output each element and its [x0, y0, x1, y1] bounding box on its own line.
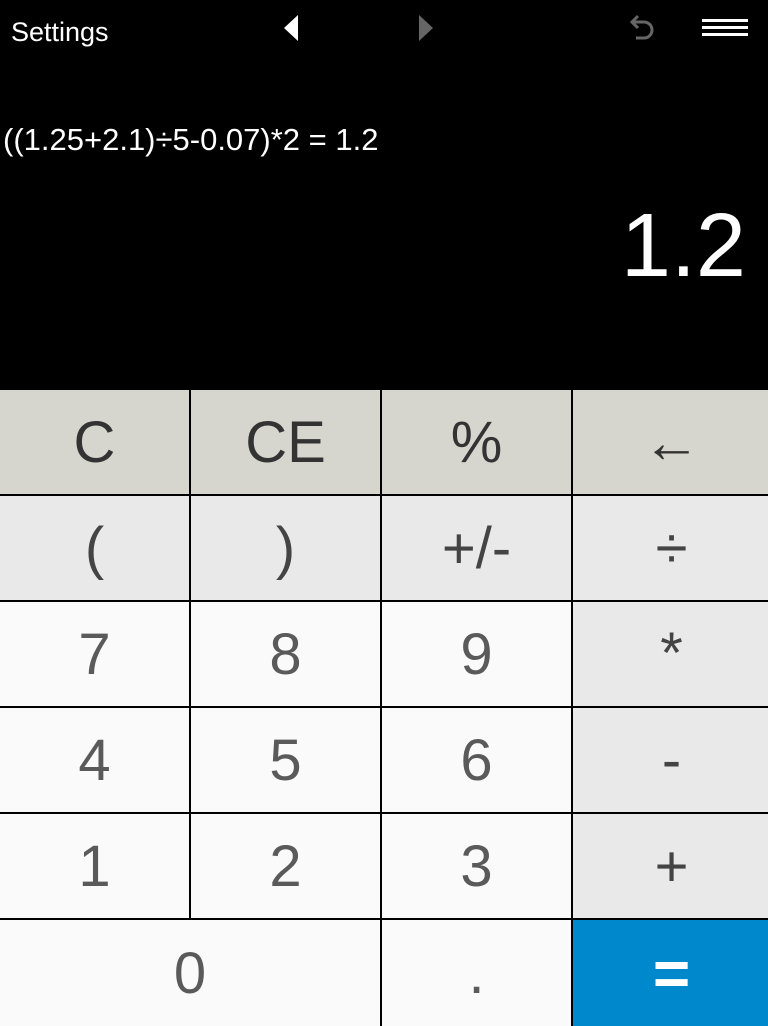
expression-display: ((1.25+2.1)÷5-0.07)*2 = 1.2: [3, 122, 379, 157]
clear-button[interactable]: C: [0, 390, 189, 494]
top-bar: Settings: [0, 0, 768, 70]
nav-back-icon[interactable]: [284, 15, 300, 41]
open-paren-button[interactable]: (: [0, 496, 189, 600]
keypad: C CE % ← ( ) +/- ÷ 7 8 9 * 4 5 6 - 1 2 3…: [0, 390, 768, 1026]
minus-button[interactable]: -: [573, 708, 768, 812]
digit-8-button[interactable]: 8: [191, 602, 380, 706]
settings-button[interactable]: Settings: [11, 17, 109, 48]
menu-icon[interactable]: [702, 18, 748, 38]
backspace-button[interactable]: ←: [573, 390, 768, 494]
clear-entry-button[interactable]: CE: [191, 390, 380, 494]
digit-1-button[interactable]: 1: [0, 814, 189, 918]
digit-9-button[interactable]: 9: [382, 602, 571, 706]
digit-0-button[interactable]: 0: [0, 920, 380, 1026]
digit-5-button[interactable]: 5: [191, 708, 380, 812]
plus-minus-button[interactable]: +/-: [382, 496, 571, 600]
percent-button[interactable]: %: [382, 390, 571, 494]
divide-button[interactable]: ÷: [573, 496, 768, 600]
nav-forward-icon[interactable]: [417, 15, 433, 41]
result-display: 1.2: [620, 196, 746, 296]
digit-6-button[interactable]: 6: [382, 708, 571, 812]
digit-2-button[interactable]: 2: [191, 814, 380, 918]
digit-3-button[interactable]: 3: [382, 814, 571, 918]
close-paren-button[interactable]: ): [191, 496, 380, 600]
digit-4-button[interactable]: 4: [0, 708, 189, 812]
decimal-button[interactable]: .: [382, 920, 571, 1026]
undo-icon[interactable]: [624, 12, 658, 46]
plus-button[interactable]: +: [573, 814, 768, 918]
equals-button[interactable]: =: [573, 920, 768, 1026]
digit-7-button[interactable]: 7: [0, 602, 189, 706]
multiply-button[interactable]: *: [573, 602, 768, 706]
